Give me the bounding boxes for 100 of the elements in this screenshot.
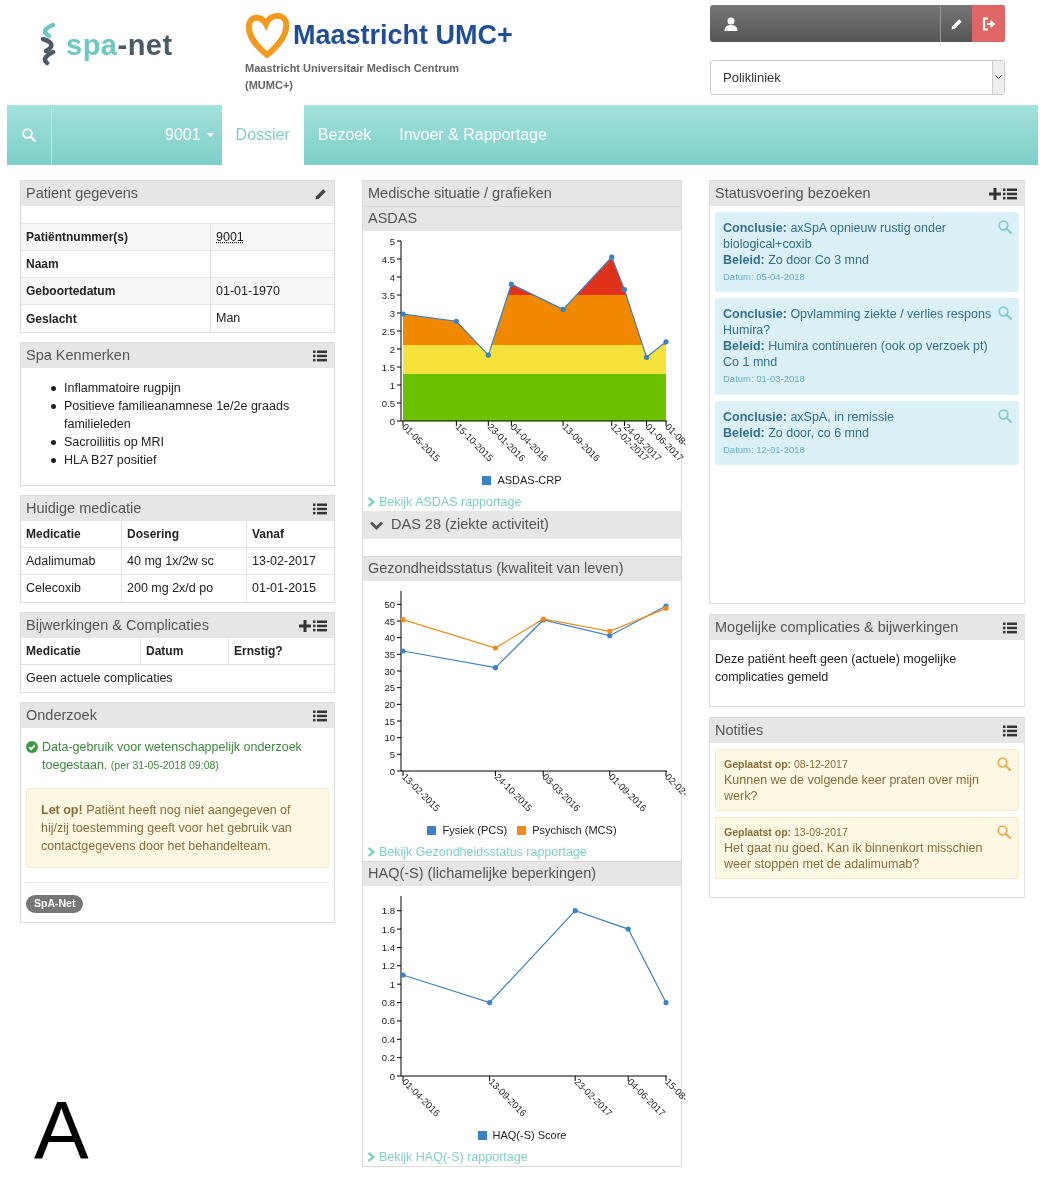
bullet-icon (51, 385, 56, 391)
y-tick-label: 5 (389, 748, 395, 760)
y-tick-label: 1.4 (381, 941, 395, 953)
check-circle-icon (26, 741, 38, 753)
note-text: Kunnen we de volgende keer praten over mijn werk? (724, 772, 981, 804)
section-title: Gezondheidsstatus (kwaliteit van leven) (368, 559, 624, 579)
column-header: Ernstig? (233, 643, 284, 660)
row-value: Man (216, 310, 241, 328)
note-posted: Geplaatst op: 13-09-2017 (724, 825, 849, 840)
section-title: HAQ(-S) (lichamelijke beperkingen) (368, 864, 597, 884)
list-item: Inflammatoire rugpijn (64, 380, 181, 397)
note-posted: Geplaatst op: 08-12-2017 (724, 757, 849, 772)
heart-logo-icon (245, 12, 289, 58)
legend-label: ASDAS-CRP (497, 473, 562, 489)
list-icon[interactable] (1003, 724, 1017, 737)
list-icon[interactable] (313, 349, 327, 362)
column-header: Medicatie (21, 521, 122, 547)
policy-text: Beleid: Humira continueren (ook op verzoek pt) Co 1 mnd (723, 338, 989, 371)
y-tick-label: 35 (384, 648, 395, 660)
visit-date: Datum: 12-01-2018 (723, 442, 806, 457)
info-text: Deze patiënt heeft geen (actuele) mogelijke complicaties gemeld (714, 651, 958, 686)
bullet-icon (51, 439, 56, 445)
table-cell: Celecoxib (21, 575, 122, 602)
legend-swatch (477, 1131, 487, 1140)
chevron-right-icon (367, 1152, 375, 1162)
y-tick-label: 1.2 (381, 960, 395, 972)
card-title: Spa Kenmerken (26, 345, 130, 365)
y-tick-label: 45 (384, 615, 395, 627)
y-tick-label: 40 (384, 632, 395, 644)
plus-icon[interactable] (299, 619, 311, 632)
policy-text: Beleid: Zo door, co 6 mnd (723, 424, 870, 441)
patient-dropdown[interactable]: 9001 (157, 105, 222, 165)
y-tick-label: 0.2 (381, 1052, 395, 1064)
y-tick-label: 3 (389, 307, 395, 319)
conclusion-text: Conclusie: Opvlamming ziekte / verlies respons Humira? (723, 306, 993, 339)
warning-text: Let op! Patiënt heeft nog niet aangegeven of hij/zij toestemming geeft voor het gebruik van contactgegevens door het behandelteam. (41, 802, 293, 855)
table-cell-text: 13-02-2017 (251, 552, 317, 570)
y-tick-label: 1.6 (381, 923, 395, 935)
row-label: Patiëntnummer(s) (21, 224, 211, 250)
y-tick-label: 25 (384, 682, 395, 694)
report-link[interactable]: Bekijk ASDAS rapportage (363, 493, 681, 511)
caret-icon (995, 75, 1002, 80)
logo-text: spa-net (66, 28, 173, 63)
y-tick-label: 0.8 (381, 997, 395, 1009)
y-tick-label: 5 (389, 235, 395, 247)
list-icon[interactable] (313, 619, 327, 632)
card-title: Medische situatie / grafieken (368, 183, 552, 203)
list-icon[interactable] (313, 709, 327, 722)
nav-tab[interactable]: Dossier (221, 105, 304, 165)
y-tick-label: 2 (389, 343, 395, 355)
nav-tab[interactable]: Bezoek (303, 105, 386, 165)
legend-swatch (427, 826, 437, 835)
y-tick-label: 0 (389, 415, 395, 427)
pencil-icon[interactable] (315, 187, 327, 200)
report-link[interactable]: Bekijk Gezondheidsstatus rapportage (363, 843, 681, 861)
logout-icon (981, 16, 996, 31)
empty-message: Geen actuele complicaties (25, 670, 174, 688)
card-title: Bijwerkingen & Complicaties (26, 615, 209, 635)
pencil-icon[interactable] (950, 17, 963, 30)
hospital-name: Maastricht UMC+ (293, 18, 513, 52)
list-icon[interactable] (1003, 621, 1017, 634)
location-select[interactable]: Polikliniek (710, 60, 1005, 95)
row-value: 9001 (216, 228, 244, 246)
table-cell: Adalimumab (21, 548, 122, 574)
y-tick-label: 0.4 (381, 1033, 395, 1045)
y-tick-label: 4.5 (381, 253, 395, 265)
consent-message: Data-gebruik voor wetenschappelijk onderzoek toegestaan. (per 31-05-2018 09:08) (42, 739, 303, 774)
list-icon[interactable] (1003, 187, 1017, 200)
note-text: Het gaat nu goed. Kan ik binnenkort misschien weer stoppen met de adalimumab? (724, 840, 984, 872)
column-header: Dosering (122, 521, 247, 547)
visit-date: Datum: 01-03-2018 (723, 372, 806, 387)
column-header: Vanaf (251, 526, 285, 543)
table-cell: 200 mg 2x/d po (122, 575, 247, 602)
list-icon[interactable] (313, 502, 327, 515)
section-toggle[interactable]: DAS 28 (ziekte activiteit) (363, 511, 681, 539)
tag-label: SpA-Net (26, 895, 84, 913)
chevron-right-icon (367, 497, 375, 507)
row-label: Naam (21, 251, 211, 277)
logout-button[interactable] (972, 5, 1005, 42)
chevron-right-icon (367, 847, 375, 857)
column-header: Medicatie (21, 638, 141, 664)
conclusion-text: Conclusie: axSpA opnieuw rustig onder biological+coxib (723, 220, 948, 252)
panel-label: A (34, 1092, 89, 1168)
y-tick-label: 50 (384, 598, 395, 610)
y-tick-label: 1 (389, 978, 395, 990)
report-link[interactable]: Bekijk HAQ(-S) rapportage (363, 1148, 681, 1166)
plus-icon[interactable] (989, 187, 1001, 200)
list-item: Positieve familieanamnese 1e/2e graads familieleden (64, 398, 291, 433)
visit-date: Datum: 05-04-2018 (723, 270, 806, 284)
bullet-icon (51, 457, 56, 463)
column-header: Datum (141, 638, 229, 664)
y-tick-label: 10 (384, 732, 395, 744)
card-title: Notities (715, 720, 764, 740)
nav-tab[interactable]: Invoer & Rapportage (385, 105, 561, 165)
list-item: HLA B27 positief (64, 452, 157, 469)
legend-swatch (482, 476, 492, 485)
section-title: ASDAS (368, 209, 418, 229)
policy-text: Beleid: Zo door Co 3 mnd (723, 252, 870, 268)
card-title: Statusvoering bezoeken (715, 183, 871, 203)
y-tick-label: 20 (384, 698, 395, 710)
